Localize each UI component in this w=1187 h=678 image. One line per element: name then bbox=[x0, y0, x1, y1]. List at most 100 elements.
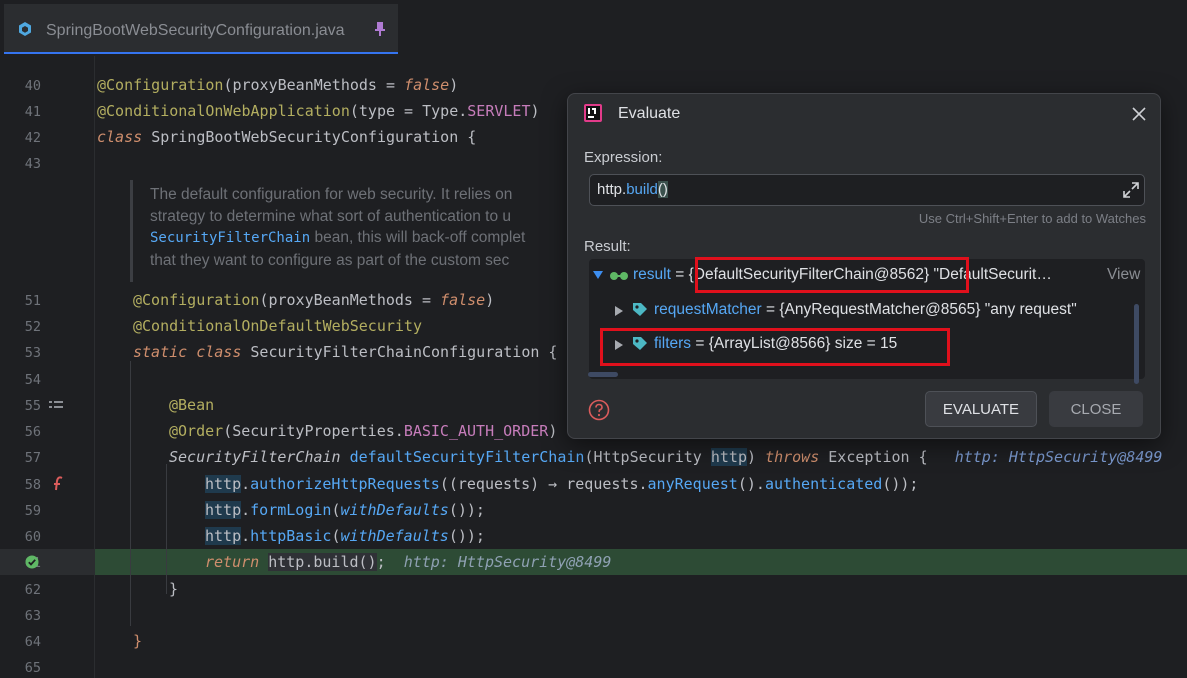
token: (proxyBeanMethods = bbox=[259, 291, 441, 309]
code-line-59: http.formLogin(withDefaults()); bbox=[205, 501, 485, 519]
expression-label: Expression: bbox=[584, 149, 663, 166]
evaluate-dialog[interactable]: Evaluate Expression: http.build() Use Ct… bbox=[567, 93, 1161, 439]
node-eq: = bbox=[761, 301, 780, 318]
token: (proxyBeanMethods = bbox=[223, 76, 405, 94]
line-number: 54 bbox=[24, 372, 41, 388]
token: defaultSecurityFilterChain bbox=[349, 448, 585, 466]
token: SERVLET bbox=[467, 102, 531, 120]
editor-tab-bar: SpringBootWebSecurityConfiguration.java bbox=[0, 0, 1187, 56]
implementation-icon[interactable] bbox=[49, 400, 63, 412]
horizontal-scrollbar[interactable] bbox=[588, 372, 618, 377]
line-number: 51 bbox=[24, 293, 41, 309]
line-number: 59 bbox=[24, 503, 41, 519]
line-number: 41 bbox=[24, 104, 41, 120]
chevron-down-icon[interactable] bbox=[593, 271, 603, 279]
token: SecurityFilterChain bbox=[169, 448, 350, 466]
annotation-box bbox=[600, 328, 950, 366]
token: @Configuration bbox=[97, 76, 224, 94]
expression-input[interactable]: http.build() bbox=[589, 174, 1145, 206]
token: Exception { bbox=[828, 448, 928, 466]
token: http.build() bbox=[268, 553, 377, 571]
expand-icon[interactable] bbox=[1122, 181, 1140, 199]
watches-hint: Use Ctrl+Shift+Enter to add to Watches bbox=[918, 211, 1146, 226]
code-line-51: @Configuration(proxyBeanMethods = false) bbox=[133, 291, 494, 309]
gutter-divider bbox=[94, 56, 95, 678]
java-file-icon bbox=[19, 22, 31, 36]
token: (SecurityProperties. bbox=[223, 422, 404, 440]
expression-text: http.build() bbox=[597, 181, 668, 198]
expr-parens: () bbox=[657, 181, 668, 198]
token: @Order bbox=[169, 422, 224, 440]
line-number: 42 bbox=[24, 130, 41, 146]
inline-value-hint: http: HttpSecurity@8499 bbox=[403, 553, 612, 571]
chevron-right-icon[interactable] bbox=[615, 306, 623, 316]
token: withDefaults bbox=[340, 527, 449, 545]
token: withDefaults bbox=[340, 501, 449, 519]
help-icon[interactable] bbox=[588, 399, 610, 421]
token: throws bbox=[765, 448, 829, 466]
token: @ConditionalOnDefaultWebSecurity bbox=[133, 317, 422, 335]
token: ) bbox=[485, 291, 495, 309]
inline-value-hint: http: HttpSecurity@8499 bbox=[954, 448, 1163, 466]
view-link[interactable]: View bbox=[1103, 266, 1141, 284]
line-number: 57 bbox=[24, 450, 41, 466]
code-line-57: SecurityFilterChain defaultSecurityFilte… bbox=[169, 448, 1162, 466]
tree-row-requestmatcher[interactable]: requestMatcher = {AnyRequestMatcher@8565… bbox=[589, 297, 1145, 325]
file-tab-label: SpringBootWebSecurityConfiguration.java bbox=[46, 22, 345, 39]
code-line-42: class SpringBootWebSecurityConfiguration… bbox=[97, 128, 476, 146]
node-value: {AnyRequestMatcher@8565} bbox=[779, 301, 981, 318]
node-name: result bbox=[633, 266, 671, 283]
result-label: Result: bbox=[584, 238, 631, 255]
code-line-64: } bbox=[133, 632, 142, 650]
close-button[interactable]: CLOSE bbox=[1049, 391, 1143, 427]
doc-line: SecurityFilterChain bean, this will back… bbox=[150, 227, 570, 250]
doc-line: strategy to determine what sort of authe… bbox=[150, 207, 512, 225]
watch-glasses-icon bbox=[610, 272, 628, 280]
line-number: 60 bbox=[24, 529, 41, 545]
line-number: 62 bbox=[24, 582, 41, 598]
expr-method: build bbox=[626, 181, 658, 198]
vertical-scrollbar[interactable] bbox=[1134, 304, 1139, 384]
indent-guide bbox=[130, 361, 131, 626]
token: (HttpSecurity bbox=[584, 448, 711, 466]
token: class bbox=[97, 128, 152, 146]
doc-line: The default configuration for web securi… bbox=[150, 186, 513, 203]
code-line-53: static class SecurityFilterChainConfigur… bbox=[133, 343, 557, 361]
code-line-56: @Order(SecurityProperties.BASIC_AUTH_ORD… bbox=[169, 422, 557, 440]
token: @Bean bbox=[169, 396, 215, 414]
token: ; bbox=[376, 553, 386, 571]
doc-line: that they want to configure as part of t… bbox=[150, 251, 510, 269]
token: return bbox=[205, 553, 269, 571]
line-number: 43 bbox=[24, 156, 41, 172]
node-name: requestMatcher bbox=[654, 301, 762, 318]
pin-icon[interactable] bbox=[373, 21, 387, 37]
token: ) bbox=[530, 102, 540, 120]
code-line-41: @ConditionalOnWebApplication(type = Type… bbox=[97, 102, 540, 120]
doc-link[interactable]: SecurityFilterChain bbox=[150, 230, 310, 246]
token: static class bbox=[133, 343, 251, 361]
token: http bbox=[205, 527, 242, 545]
close-icon[interactable] bbox=[1131, 106, 1147, 122]
javadoc-rendered: The default configuration for web securi… bbox=[130, 180, 570, 282]
token: SpringBootWebSecurityConfiguration { bbox=[151, 128, 477, 146]
intellij-logo-icon bbox=[584, 104, 602, 122]
line-number: 56 bbox=[24, 424, 41, 440]
node-eq: = bbox=[670, 266, 689, 283]
code-line-62: } bbox=[169, 580, 178, 598]
lambda-breakpoint-icon[interactable] bbox=[52, 476, 66, 492]
token: false bbox=[440, 291, 486, 309]
token: . bbox=[241, 527, 251, 545]
token: . bbox=[241, 501, 251, 519]
expr-object: http. bbox=[597, 181, 627, 198]
evaluate-button[interactable]: EVALUATE bbox=[925, 391, 1037, 427]
breakpoint-check-icon[interactable] bbox=[25, 555, 39, 569]
node-extra: "any request" bbox=[980, 301, 1077, 318]
token: BASIC_AUTH_ORDER bbox=[403, 422, 549, 440]
line-number: 63 bbox=[24, 608, 41, 624]
token: @Configuration bbox=[133, 291, 260, 309]
token: ()); bbox=[882, 475, 919, 493]
file-tab[interactable]: SpringBootWebSecurityConfiguration.java bbox=[4, 4, 398, 54]
line-number: 53 bbox=[24, 345, 41, 361]
line-number: 58 bbox=[24, 477, 41, 493]
token: httpBasic bbox=[250, 527, 332, 545]
